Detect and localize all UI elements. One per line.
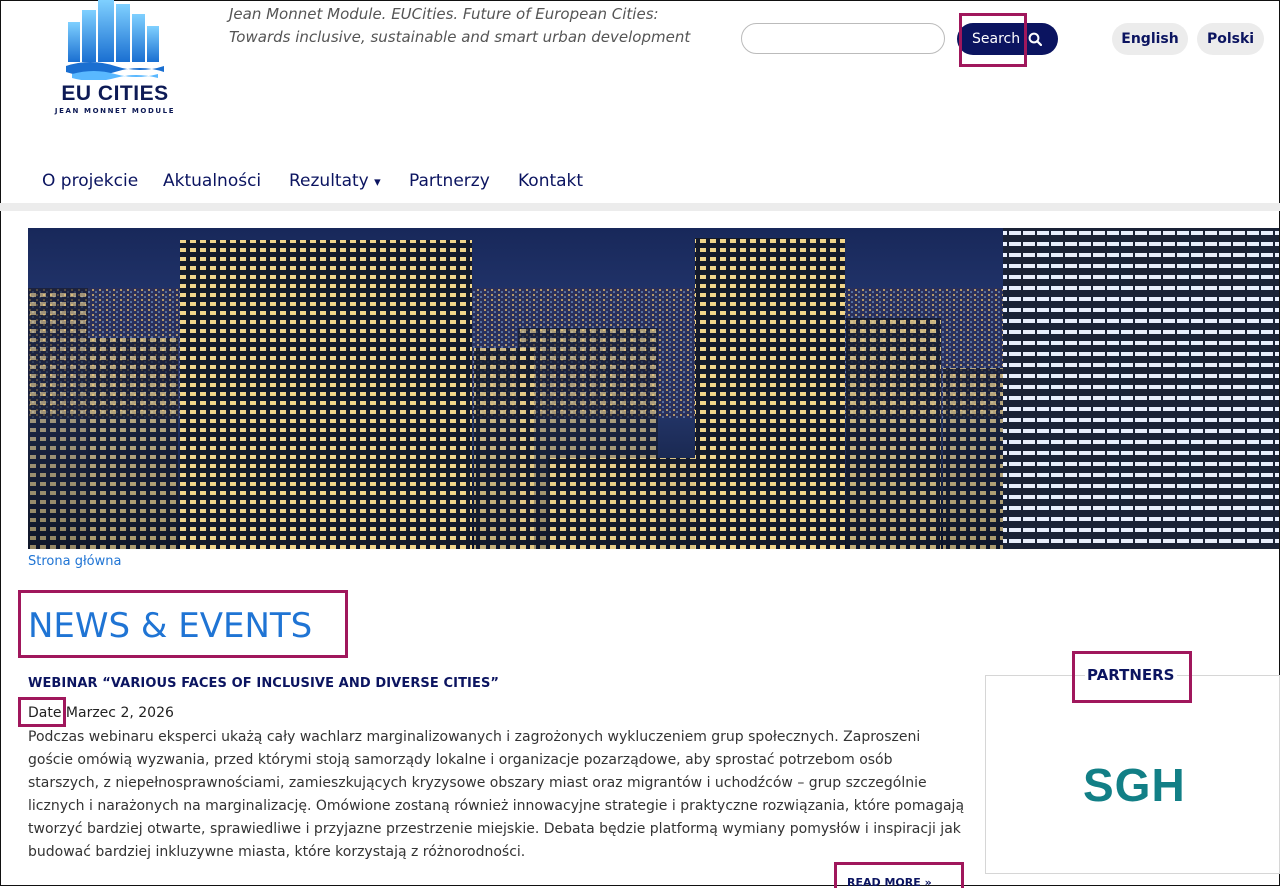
city-skyline-logo-icon — [66, 0, 164, 80]
city-skyline-illustration — [28, 228, 1279, 549]
nav-item-label: Kontakt — [518, 171, 584, 191]
nav-item-partnerzy[interactable]: Partnerzy — [409, 166, 490, 202]
date-value: Marzec 2, 2026 — [65, 705, 174, 721]
search-button[interactable]: Search — [957, 23, 1058, 55]
date-label: Date — [28, 705, 62, 721]
search-button-label: Search — [972, 31, 1021, 47]
hero-city-night-image — [28, 228, 1279, 549]
read-more-link[interactable]: READ MORE » — [847, 876, 932, 889]
nav-item-kontakt[interactable]: Kontakt — [518, 166, 583, 202]
article-title-link[interactable]: WEBINAR “VARIOUS FACES OF INCLUSIVE AND … — [28, 676, 499, 691]
article-body: Podczas webinaru eksperci ukażą cały wac… — [28, 729, 965, 860]
nav-item-label: O projekcie — [42, 171, 139, 191]
chevron-down-icon: ▾ — [374, 175, 381, 190]
nav-item-label: Aktualności — [163, 171, 262, 191]
sgh-partner-logo[interactable]: SGH — [1083, 758, 1186, 812]
logo-subtitle: JEAN MONNET MODULE — [54, 107, 176, 115]
nav-item-label: Partnerzy — [409, 171, 490, 191]
nav-divider — [0, 203, 1280, 211]
partners-title: PARTNERS — [1085, 666, 1177, 684]
nav-item-rezultaty[interactable]: Rezultaty ▾ — [289, 166, 381, 202]
logo-title: EU CITIES — [61, 82, 169, 105]
language-english-button[interactable]: English — [1112, 23, 1188, 55]
language-polski-button[interactable]: Polski — [1197, 23, 1264, 55]
main-navigation: O projekcie Aktualności Rezultaty ▾ Part… — [0, 166, 1280, 210]
site-logo[interactable]: EU CITIES JEAN MONNET MODULE — [48, 0, 182, 118]
nav-item-o-projekcie[interactable]: O projekcie — [42, 166, 138, 202]
article-date: Date Marzec 2, 2026 — [28, 705, 174, 721]
nav-item-label: Rezultaty — [289, 171, 369, 191]
nav-item-aktualnosci[interactable]: Aktualności — [150, 166, 275, 210]
page-title: NEWS & EVENTS — [28, 606, 313, 646]
site-tagline: Jean Monnet Module. EUCities. Future of … — [229, 5, 691, 46]
search-icon — [1028, 32, 1043, 46]
breadcrumb-home-link[interactable]: Strona główna — [28, 554, 121, 569]
search-input[interactable] — [741, 23, 945, 54]
